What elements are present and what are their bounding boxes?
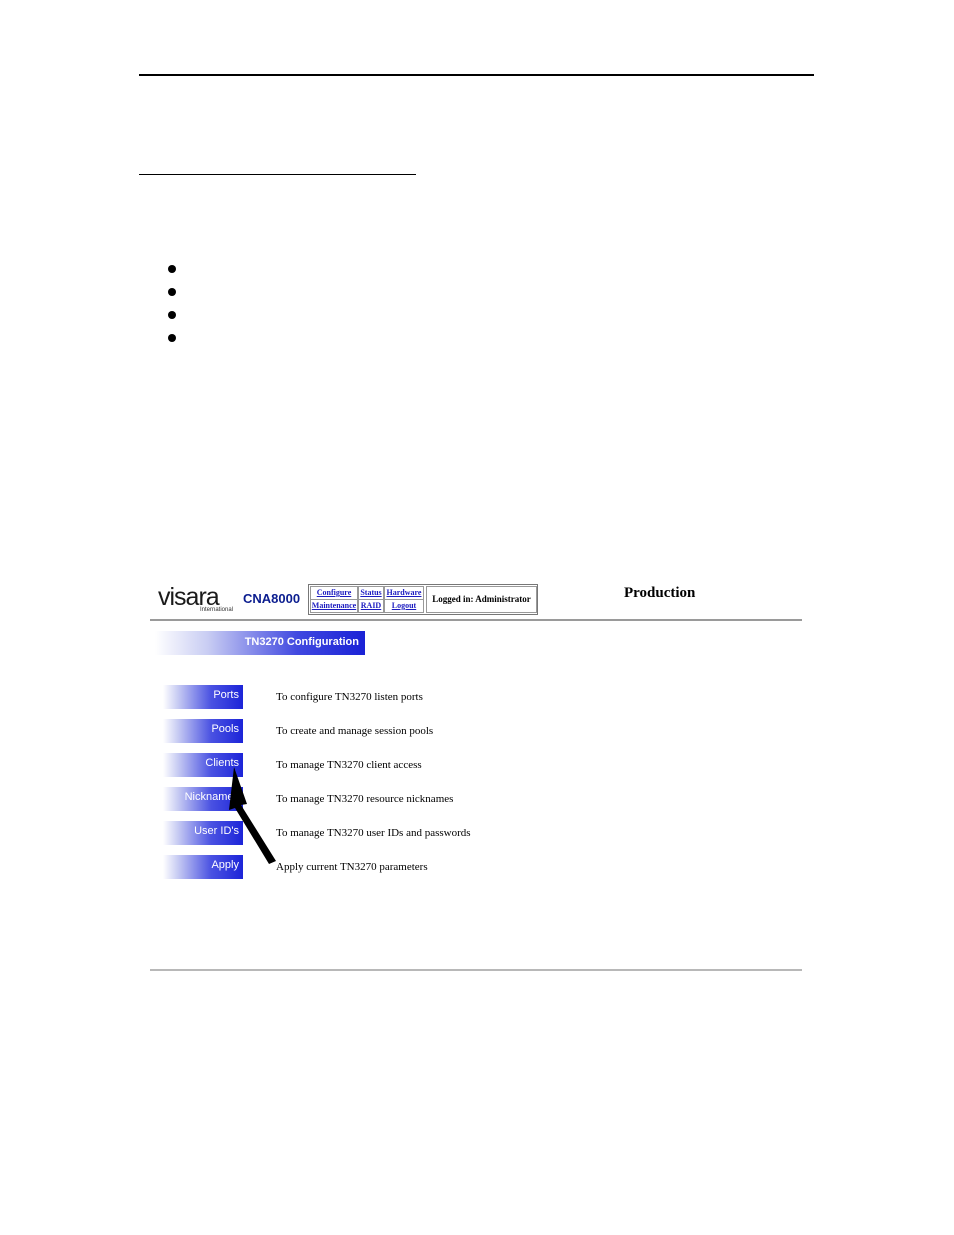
heading-underline: [139, 174, 416, 175]
arrow-icon: [229, 767, 276, 864]
nav-status-link[interactable]: Status: [358, 586, 384, 600]
nav-maintenance-link[interactable]: Maintenance: [310, 599, 358, 613]
nav-configure-link[interactable]: Configure: [310, 586, 358, 600]
page-header-rule: [139, 74, 814, 76]
nav-raid-link[interactable]: RAID: [358, 599, 384, 613]
cna8000-screenshot: visara International CNA8000 Configure S…: [150, 575, 802, 975]
footer-divider: [150, 969, 802, 971]
environment-label: Production: [624, 585, 696, 601]
bullet-icon: [168, 334, 176, 342]
logged-in-status: Logged in: Administrator: [426, 586, 537, 613]
bullet-icon: [168, 288, 176, 296]
bullet-list: [168, 265, 176, 357]
nav-menu: Configure Status Hardware Maintenance RA…: [308, 584, 538, 615]
nav-hardware-link[interactable]: Hardware: [384, 586, 424, 600]
nav-logout-link[interactable]: Logout: [384, 599, 424, 613]
bullet-icon: [168, 265, 176, 273]
bullet-icon: [168, 311, 176, 319]
